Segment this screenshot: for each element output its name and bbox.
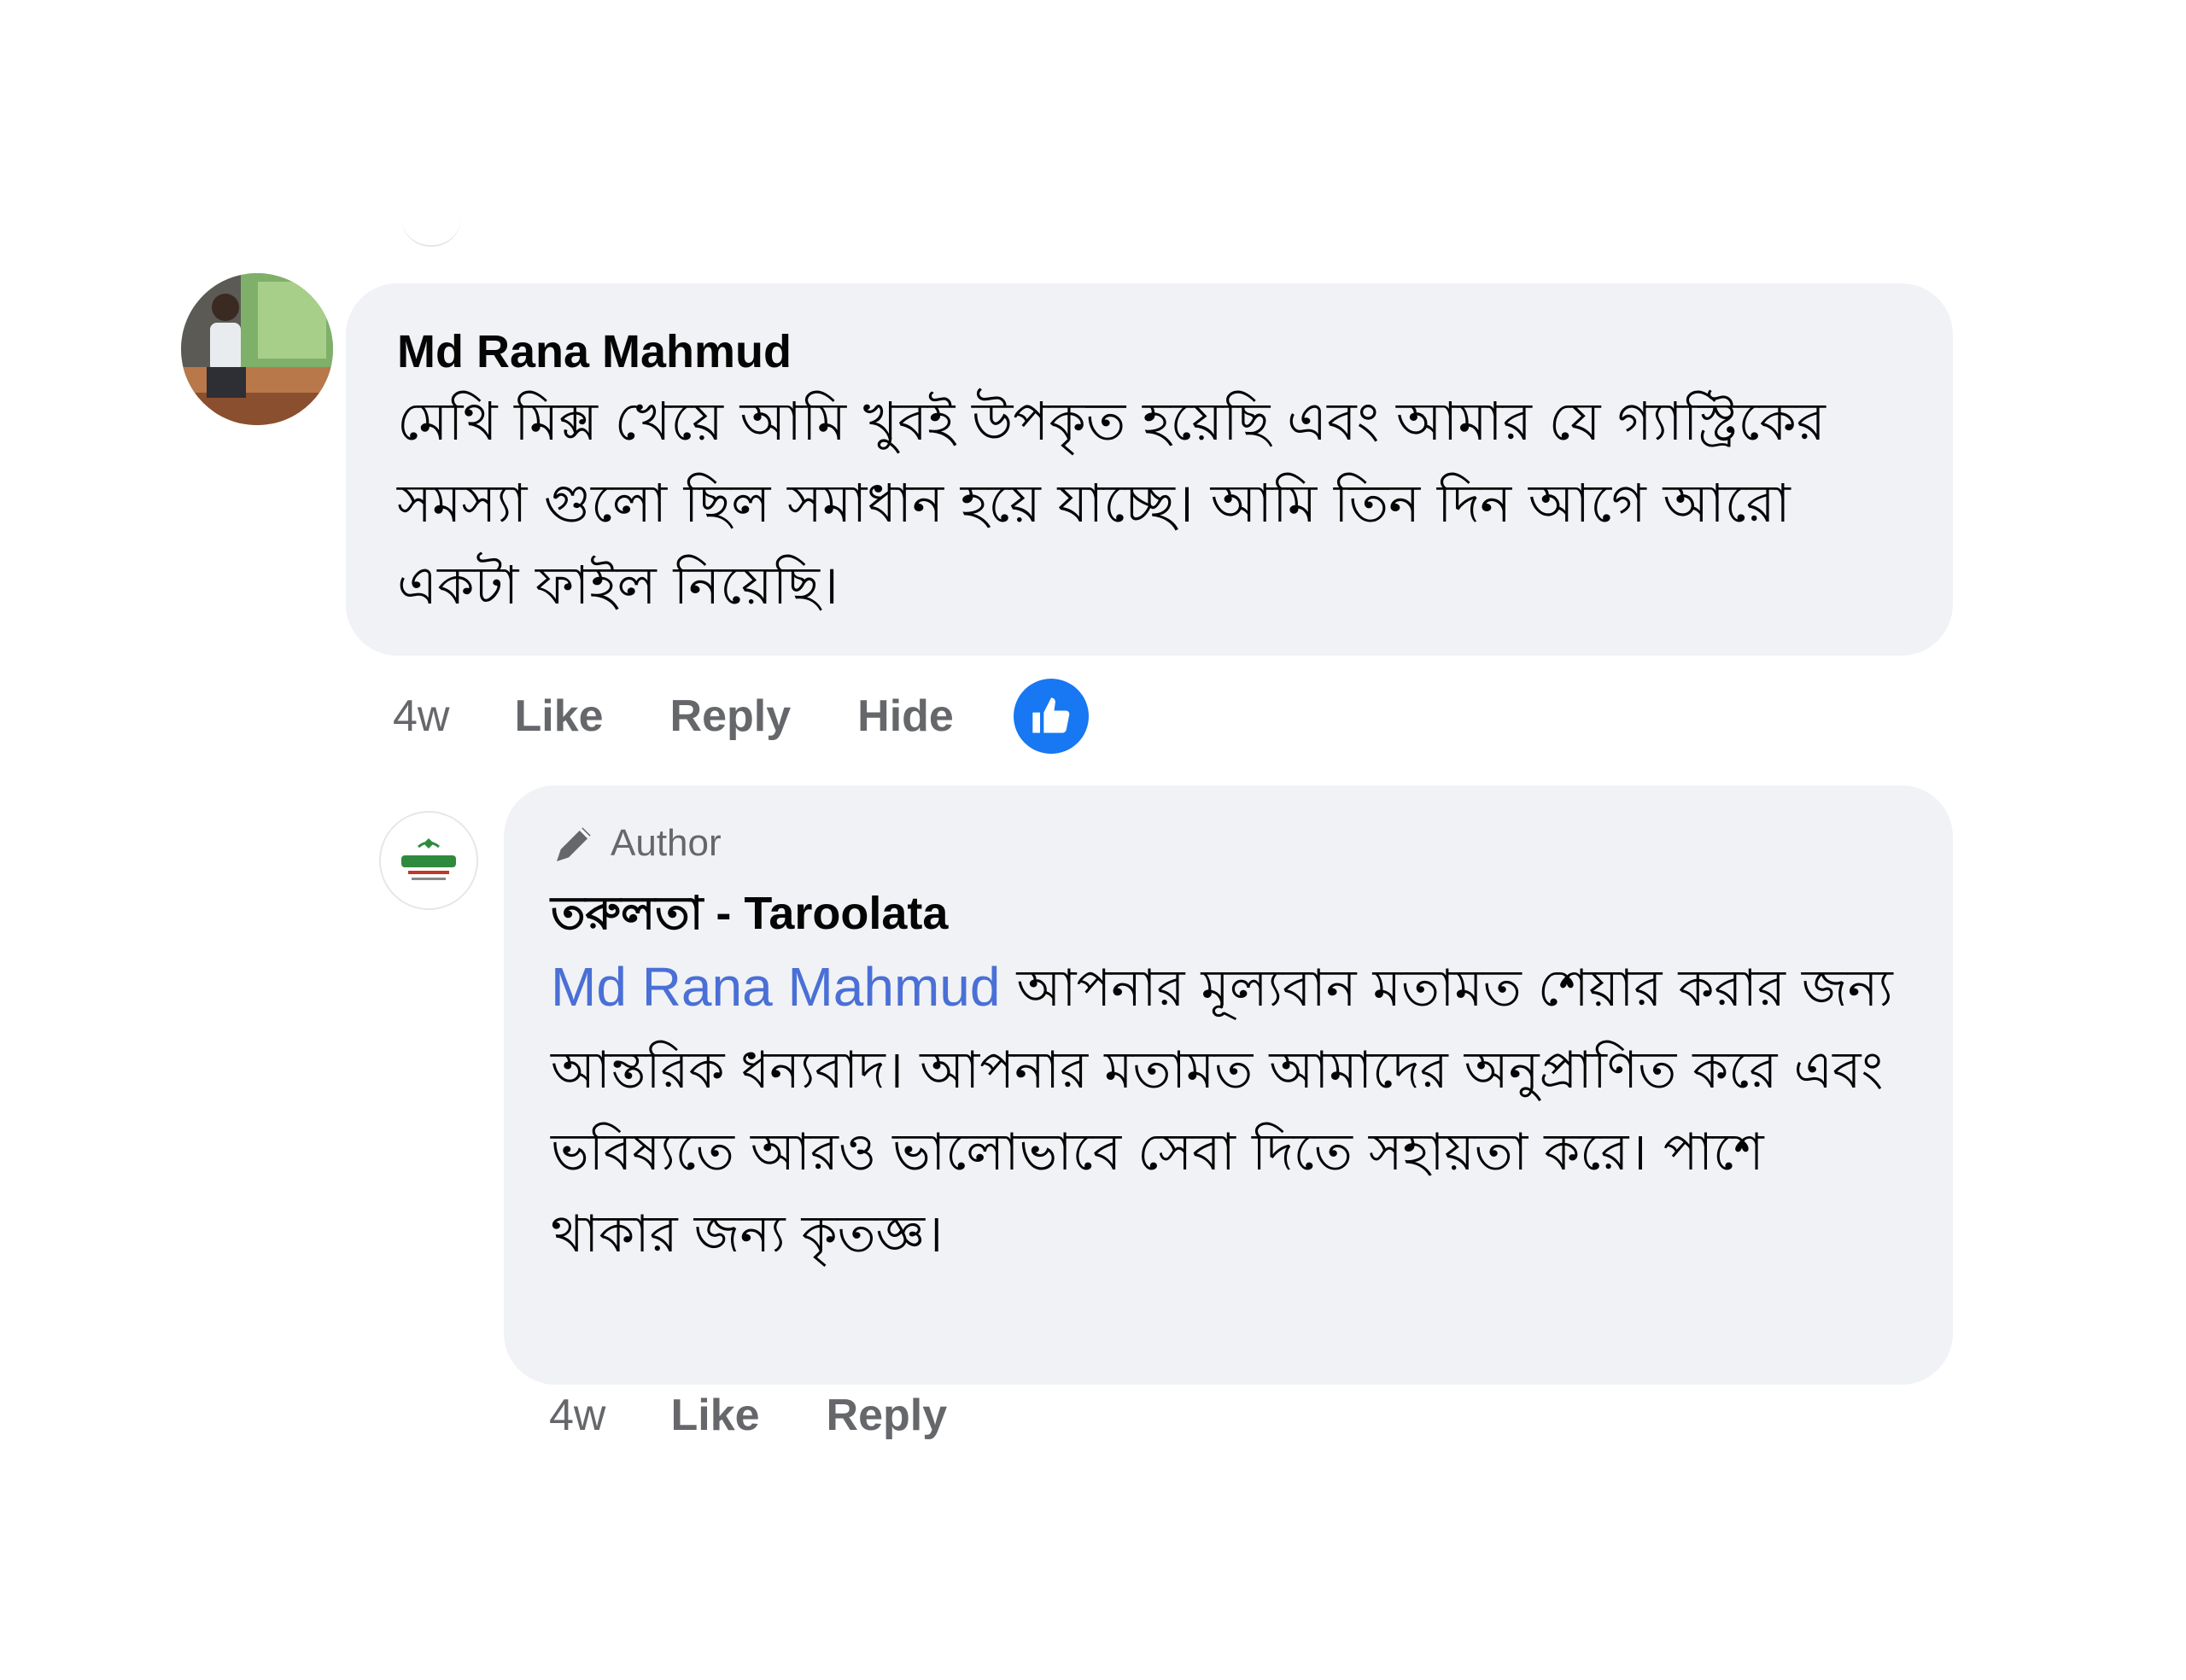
comment-text: মেথি মিক্স খেয়ে আমি খুবই উপকৃত হয়েছি এ… [397,390,1826,616]
reply-text: Md Rana Mahmud আপনার মূল্যবান মতামত শেয়… [551,946,1902,1275]
hide-button[interactable]: Hide [857,691,954,742]
reply-button[interactable]: Reply [670,691,792,742]
reply-actions: 4w Like Reply [549,1390,1014,1441]
reply-bubble: Author তরুলতা - Taroolata Md Rana Mahmud… [504,785,1953,1385]
comment-actions: 4w Like Reply Hide [393,679,1089,754]
previous-comment-avatar-edge [401,218,461,247]
comment-bubble: Md Rana Mahmud মেথি মিক্স খেয়ে আমি খুবই… [346,283,1953,656]
reply-timestamp[interactable]: 4w [549,1390,605,1441]
author-badge-label: Author [611,822,722,864]
comment-timestamp[interactable]: 4w [393,691,449,742]
mention-link[interactable]: Md Rana Mahmud [551,956,1000,1018]
like-reaction-icon[interactable] [1013,679,1089,754]
author-badge: Author [551,816,1902,871]
reply-reply-button[interactable]: Reply [827,1390,948,1441]
reply-author-name[interactable]: তরুলতা - Taroolata [551,886,1902,941]
page-avatar-logo[interactable] [379,811,478,910]
commenter-avatar[interactable] [181,273,333,425]
comment-author-name[interactable]: Md Rana Mahmud [397,324,1902,379]
pen-icon [557,827,591,861]
like-button[interactable]: Like [514,691,603,742]
reply-like-button[interactable]: Like [670,1390,759,1441]
